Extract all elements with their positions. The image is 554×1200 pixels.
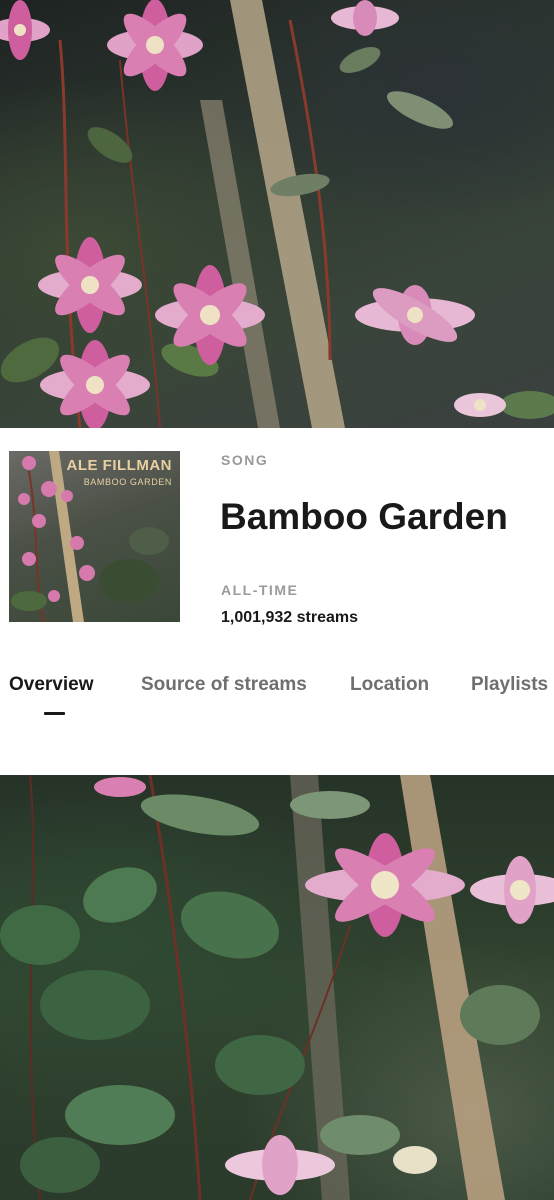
clematis-flowers-image [0, 0, 554, 428]
header-photo [0, 0, 554, 428]
active-tab-indicator [44, 712, 65, 715]
alltime-label: ALL-TIME [221, 582, 299, 598]
tab-source-of-streams[interactable]: Source of streams [141, 674, 307, 696]
cover-title-text: BAMBOO GARDEN [83, 477, 172, 487]
tab-playlists[interactable]: Playlists [471, 674, 548, 696]
background-photo [0, 775, 554, 1200]
song-type-label: SONG [221, 452, 269, 468]
album-cover[interactable]: ALE FILLMAN BAMBOO GARDEN [9, 451, 180, 622]
song-title: Bamboo Garden [220, 496, 508, 537]
tab-bar: Overview Source of streams Location Play… [0, 674, 554, 724]
tab-location[interactable]: Location [350, 674, 429, 696]
stream-count: 1,001,932 streams [221, 609, 358, 626]
tab-overview[interactable]: Overview [9, 674, 94, 696]
cover-artist-text: ALE FILLMAN [66, 457, 172, 474]
clematis-foliage-image [0, 775, 554, 1200]
